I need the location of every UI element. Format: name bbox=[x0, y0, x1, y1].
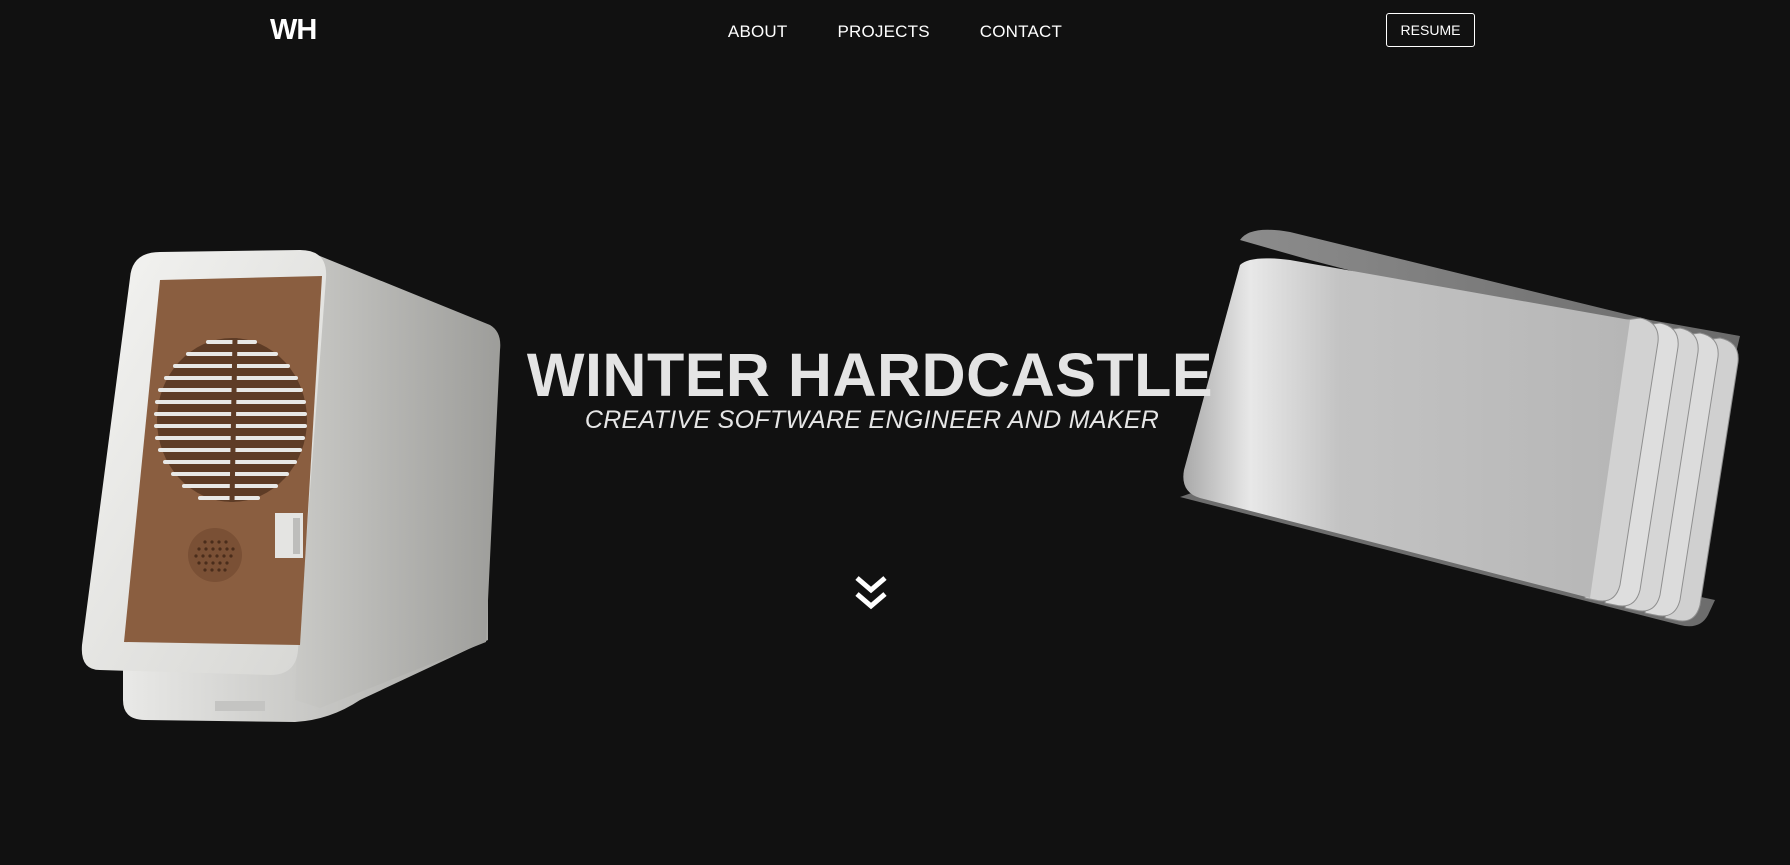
hero-title: WINTER HARDCASTLE bbox=[526, 341, 1214, 409]
double-chevron-down-icon[interactable] bbox=[852, 574, 890, 616]
logo[interactable]: WH bbox=[270, 14, 317, 47]
nav-about[interactable]: ABOUT bbox=[728, 22, 788, 42]
nav-projects[interactable]: PROJECTS bbox=[837, 22, 929, 42]
speaker-device-image bbox=[81, 250, 501, 722]
main-nav: ABOUT PROJECTS CONTACT bbox=[0, 22, 1790, 42]
hero-subtitle: CREATIVE SOFTWARE ENGINEER AND MAKER bbox=[584, 406, 1160, 434]
nav-contact[interactable]: CONTACT bbox=[980, 22, 1062, 42]
resume-button[interactable]: RESUME bbox=[1386, 13, 1475, 47]
